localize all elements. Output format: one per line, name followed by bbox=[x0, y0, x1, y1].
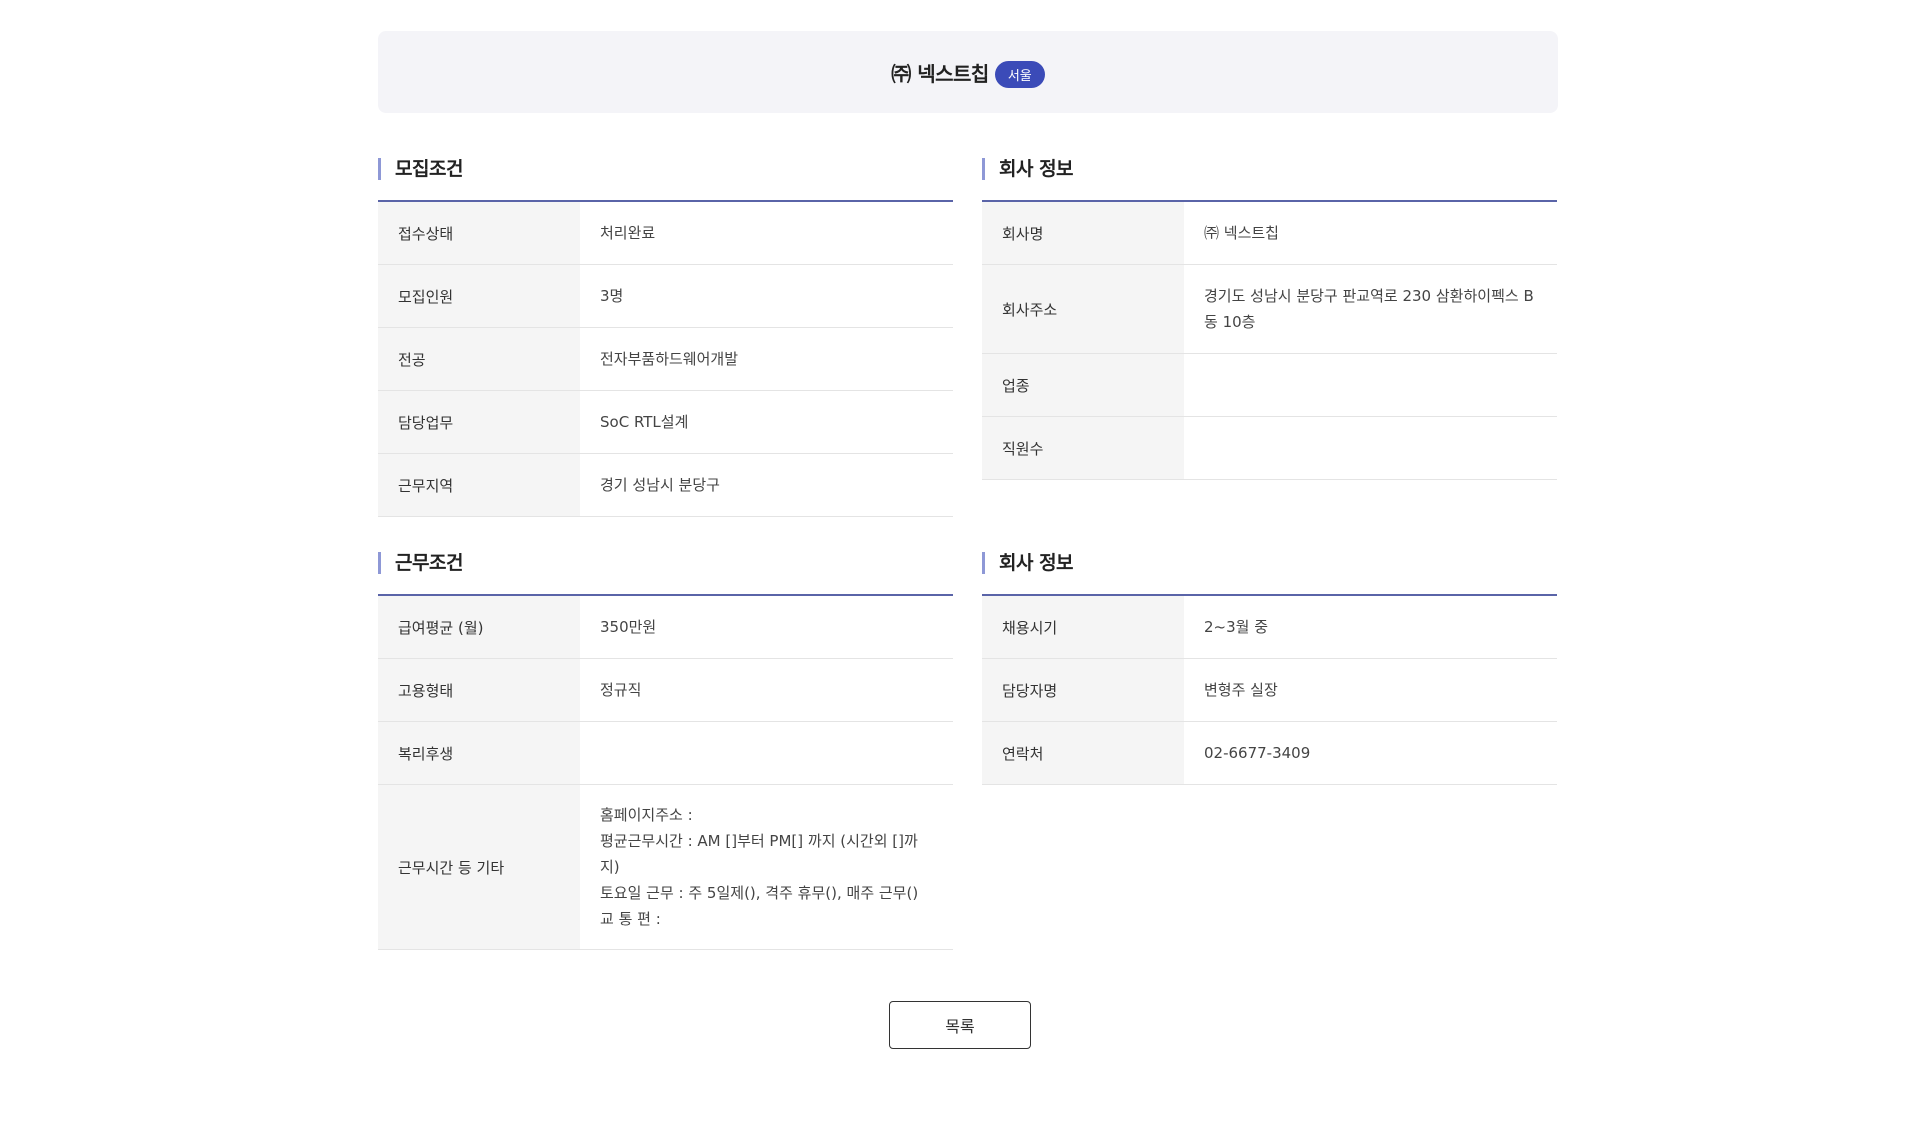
row-value: 2~3월 중 bbox=[1204, 618, 1269, 636]
row-value: ㈜ 넥스트칩 bbox=[1204, 224, 1279, 242]
row-value: 3명 bbox=[600, 287, 624, 305]
row-value: 전자부품하드웨어개발 bbox=[600, 350, 739, 368]
company-title: ㈜ 넥스트칩 bbox=[891, 61, 989, 86]
table-row: 접수상태 처리완료 bbox=[378, 202, 953, 265]
row-label: 회사주소 bbox=[982, 265, 1184, 353]
table-row: 직원수 bbox=[982, 417, 1557, 480]
table-row: 근무시간 등 기타 홈페이지주소 : 평균근무시간 : AM []부터 PM[]… bbox=[378, 785, 953, 950]
table-row: 연락처 02-6677-3409 bbox=[982, 722, 1557, 785]
row-label: 담당자명 bbox=[982, 659, 1184, 721]
row-value: 홈페이지주소 : 평균근무시간 : AM []부터 PM[] 까지 (시간외 [… bbox=[600, 806, 919, 928]
row-value: 02-6677-3409 bbox=[1204, 744, 1311, 762]
row-label: 접수상태 bbox=[378, 202, 580, 264]
table-row: 복리후생 bbox=[378, 722, 953, 785]
company-header: ㈜ 넥스트칩 서울 bbox=[378, 31, 1558, 113]
contact-table: 채용시기 2~3월 중 담당자명 변형주 실장 연락처 02-6677-3409 bbox=[982, 594, 1557, 785]
table-row: 고용형태 정규직 bbox=[378, 659, 953, 722]
table-row: 회사주소 경기도 성남시 분당구 판교역로 230 삼환하이펙스 B동 10층 bbox=[982, 265, 1557, 354]
recruit-table: 접수상태 처리완료 모집인원 3명 전공 전자부품하드웨어개발 담당업무 SoC… bbox=[378, 200, 953, 517]
table-row: 급여평균 (월) 350만원 bbox=[378, 596, 953, 659]
row-value: 350만원 bbox=[600, 618, 657, 636]
row-label: 복리후생 bbox=[378, 722, 580, 784]
row-label: 전공 bbox=[378, 328, 580, 390]
row-label: 근무시간 등 기타 bbox=[378, 785, 580, 949]
section-title: 모집조건 bbox=[378, 158, 463, 180]
row-value: 처리완료 bbox=[600, 224, 656, 242]
row-label: 회사명 bbox=[982, 202, 1184, 264]
row-value bbox=[580, 722, 953, 784]
row-label: 직원수 bbox=[982, 417, 1184, 479]
row-value: 정규직 bbox=[600, 681, 642, 699]
page: ㈜ 넥스트칩 서울 모집조건 접수상태 처리완료 모집인원 3명 전공 전자부품… bbox=[0, 0, 1920, 1123]
row-label: 급여평균 (월) bbox=[378, 596, 580, 658]
table-row: 근무지역 경기 성남시 분당구 bbox=[378, 454, 953, 517]
row-value bbox=[1184, 417, 1557, 479]
row-label: 채용시기 bbox=[982, 596, 1184, 658]
row-value bbox=[1184, 354, 1557, 416]
row-label: 모집인원 bbox=[378, 265, 580, 327]
section-title: 회사 정보 bbox=[982, 158, 1074, 180]
table-row: 담당자명 변형주 실장 bbox=[982, 659, 1557, 722]
list-button[interactable]: 목록 bbox=[889, 1001, 1031, 1049]
section-title: 근무조건 bbox=[378, 552, 463, 574]
row-value: SoC RTL설계 bbox=[600, 413, 689, 431]
table-row: 채용시기 2~3월 중 bbox=[982, 596, 1557, 659]
row-value: 경기 성남시 분당구 bbox=[600, 476, 720, 494]
table-row: 전공 전자부품하드웨어개발 bbox=[378, 328, 953, 391]
region-badge: 서울 bbox=[994, 60, 1045, 88]
row-value: 변형주 실장 bbox=[1204, 681, 1278, 699]
row-label: 근무지역 bbox=[378, 454, 580, 516]
row-label: 연락처 bbox=[982, 722, 1184, 784]
company-table: 회사명 ㈜ 넥스트칩 회사주소 경기도 성남시 분당구 판교역로 230 삼환하… bbox=[982, 200, 1557, 480]
table-row: 회사명 ㈜ 넥스트칩 bbox=[982, 202, 1557, 265]
table-row: 담당업무 SoC RTL설계 bbox=[378, 391, 953, 454]
table-row: 업종 bbox=[982, 354, 1557, 417]
row-label: 담당업무 bbox=[378, 391, 580, 453]
row-label: 고용형태 bbox=[378, 659, 580, 721]
work-table: 급여평균 (월) 350만원 고용형태 정규직 복리후생 근무시간 등 기타 홈… bbox=[378, 594, 953, 950]
row-label: 업종 bbox=[982, 354, 1184, 416]
row-value: 경기도 성남시 분당구 판교역로 230 삼환하이펙스 B동 10층 bbox=[1204, 287, 1534, 331]
section-title: 회사 정보 bbox=[982, 552, 1074, 574]
table-row: 모집인원 3명 bbox=[378, 265, 953, 328]
